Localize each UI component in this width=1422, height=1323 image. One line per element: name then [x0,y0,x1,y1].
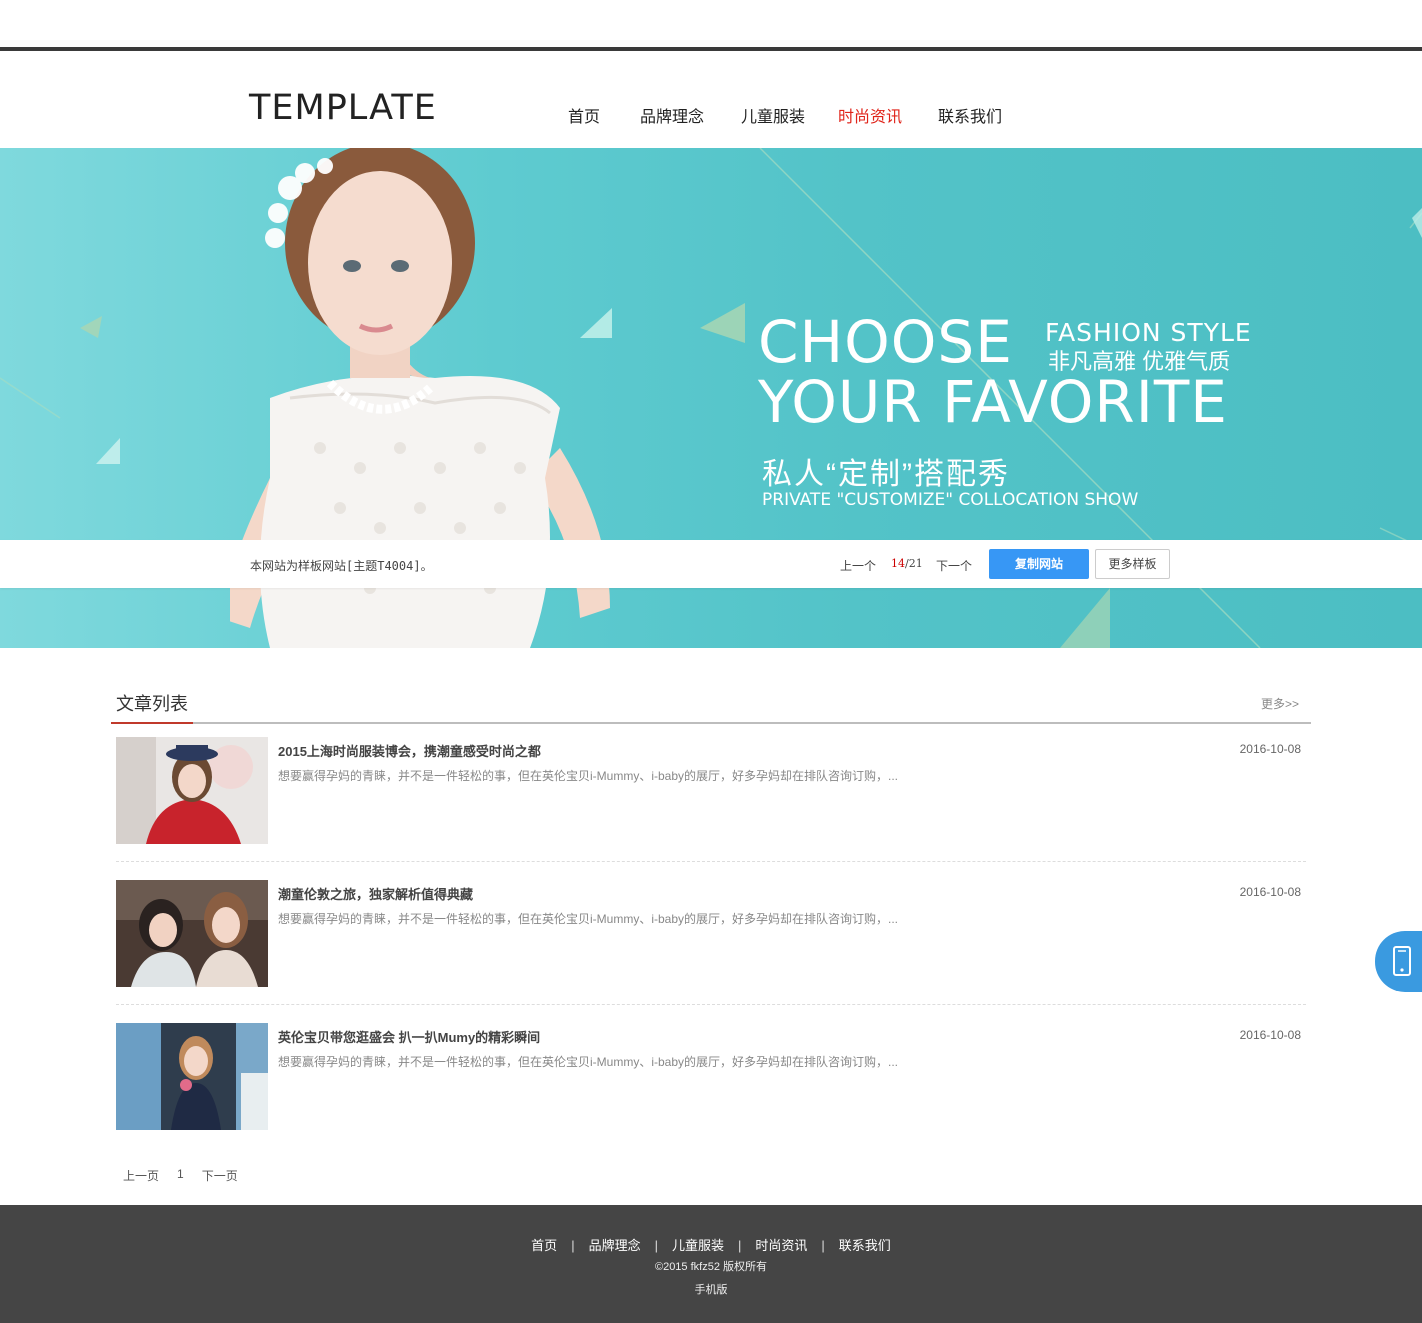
article-summary: 想要赢得孕妈的青睐，并不是一件轻松的事，但在英伦宝贝i-Mummy、i-baby… [278,1055,899,1069]
article-thumbnail[interactable] [116,1023,268,1130]
article-item[interactable]: 潮童伦敦之旅，独家解析值得典藏 想要赢得孕妈的青睐，并不是一件轻松的事，但在英伦… [116,880,1306,1005]
banner-zigzag-edge [0,144,1422,152]
template-note: 本网站为样板网站[主题T4004]。 [250,559,433,573]
footer-separator: | [654,1238,658,1253]
template-total: /21 [905,557,923,570]
article-title[interactable]: 潮童伦敦之旅，独家解析值得典藏 [278,884,473,903]
article-date: 2016-10-08 [1239,1028,1301,1042]
article-summary: 想要赢得孕妈的青睐，并不是一件轻松的事，但在英伦宝贝i-Mummy、i-baby… [278,769,899,783]
section-divider [111,722,1311,724]
banner-cn-title: 私人“定制”搭配秀 [762,458,1010,491]
main-nav: 首页 品牌理念 儿童服装 时尚资讯 联系我们 [540,103,1025,127]
section-more-link[interactable]: 更多>> [1261,695,1299,712]
article-thumbnail[interactable] [116,737,268,844]
site-logo[interactable]: TEMPLATE [249,88,437,128]
article-title[interactable]: 2015上海时尚服装博会，携潮童感受时尚之都 [278,741,541,760]
site-header: TEMPLATE 首页 品牌理念 儿童服装 时尚资讯 联系我们 [0,51,1422,148]
footer-separator: | [821,1238,825,1253]
nav-contact[interactable]: 联系我们 [915,103,1025,127]
more-templates-button[interactable]: 更多样板 [1095,549,1170,579]
article-divider [116,861,1306,862]
mobile-phone-icon [1393,946,1411,976]
footer-copyright: ©2015 fkfz52 版权所有 [654,1261,768,1273]
copy-site-button[interactable]: 复制网站 [989,549,1089,579]
banner-headline-line2: YOUR FAVORITE [758,368,1228,436]
nav-fashion-news[interactable]: 时尚资讯 [824,103,916,127]
footer-link-fashion-news[interactable]: 时尚资讯 [755,1238,807,1253]
footer-separator: | [571,1238,575,1253]
banner-headline-line1: CHOOSE [758,308,1013,376]
pagination: 上一页 1 下一页 [123,1167,256,1184]
nav-home[interactable]: 首页 [526,103,642,127]
footer-separator: | [738,1238,742,1253]
nav-kids-clothing[interactable]: 儿童服装 [708,103,838,127]
prev-template-link[interactable]: 上一个 [840,557,876,574]
article-divider [116,1004,1306,1005]
article-title[interactable]: 英伦宝贝带您逛盛会 扒一扒Mumy的精彩瞬间 [278,1027,540,1046]
footer-mobile-link[interactable]: 手机版 [0,1281,1422,1297]
article-item[interactable]: 2015上海时尚服装博会，携潮童感受时尚之都 想要赢得孕妈的青睐，并不是一件轻松… [116,737,1306,862]
section-divider-accent [111,722,193,724]
next-template-link[interactable]: 下一个 [936,557,972,574]
template-current: 14 [891,557,905,570]
footer-nav: 首页 | 品牌理念 | 儿童服装 | 时尚资讯 | 联系我们 [0,1235,1422,1254]
template-counter: 14/21 [891,557,923,570]
pager-page-1[interactable]: 1 [177,1167,184,1184]
nav-brand[interactable]: 品牌理念 [629,103,715,127]
site-footer: 首页 | 品牌理念 | 儿童服装 | 时尚资讯 | 联系我们 ©2015 fkfz52 版权所有… [0,1205,1422,1323]
template-info-bar: 本网站为样板网站[主题T4004]。 上一个 14/21 下一个 复制网站 更多… [0,540,1422,588]
article-summary: 想要赢得孕妈的青睐，并不是一件轻松的事，但在英伦宝贝i-Mummy、i-baby… [278,912,899,926]
article-thumbnail[interactable] [116,880,268,987]
footer-link-contact[interactable]: 联系我们 [839,1238,891,1253]
banner-cn-tagline: 非凡高雅 优雅气质 [1048,349,1231,374]
article-date: 2016-10-08 [1239,885,1301,899]
article-item[interactable]: 英伦宝贝带您逛盛会 扒一扒Mumy的精彩瞬间 想要赢得孕妈的青睐，并不是一件轻松… [116,1023,1306,1148]
footer-link-brand[interactable]: 品牌理念 [589,1238,641,1253]
footer-link-kids-clothing[interactable]: 儿童服装 [672,1238,724,1253]
banner-fashion-style: FASHION STYLE [1045,318,1252,347]
banner-en-title: PRIVATE "CUSTOMIZE" COLLOCATION SHOW [762,490,1139,510]
article-date: 2016-10-08 [1239,742,1301,756]
mobile-version-widget[interactable] [1375,931,1422,992]
section-title: 文章列表 [116,694,188,714]
pager-prev[interactable]: 上一页 [123,1167,159,1184]
pager-next[interactable]: 下一页 [202,1167,238,1184]
footer-link-home[interactable]: 首页 [531,1238,557,1253]
